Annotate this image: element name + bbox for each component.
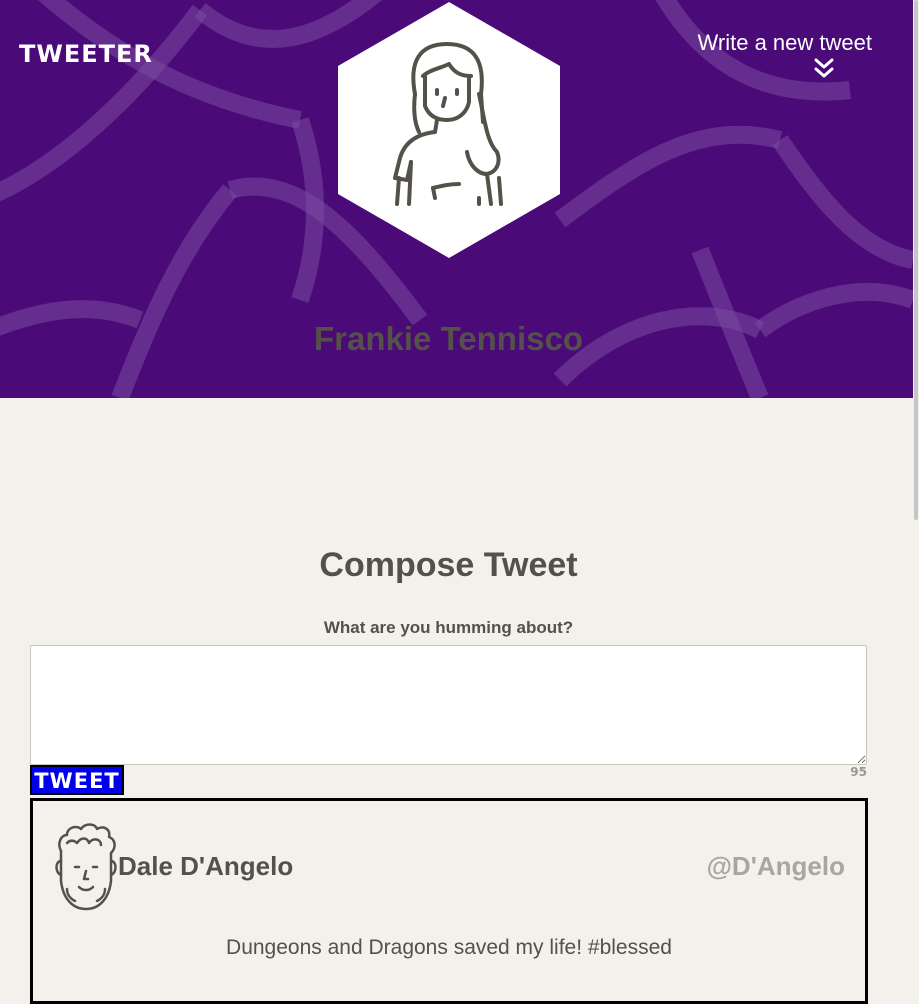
double-chevron-down-icon[interactable] xyxy=(672,56,872,82)
scrollbar-thumb[interactable] xyxy=(914,0,918,520)
write-new-tweet-toggle[interactable]: Write a new tweet xyxy=(672,30,872,82)
character-counter: 95 xyxy=(850,765,867,779)
app-logo[interactable]: TWEETER xyxy=(19,40,153,68)
compose-title: Compose Tweet xyxy=(319,546,578,584)
compose-label: What are you humming about? xyxy=(323,618,574,637)
curly-hair-avatar-icon xyxy=(55,823,117,911)
page-scrollbar[interactable] xyxy=(913,0,919,954)
profile-avatar xyxy=(338,2,560,258)
profile-name: Frankie Tennisco xyxy=(314,320,583,357)
tweet-author-name: Dale D'Angelo xyxy=(118,851,294,881)
tweet-submit-button[interactable]: TWEET xyxy=(30,765,124,795)
tweet-card: Dale D'Angelo @D'Angelo Dungeons and Dra… xyxy=(30,798,868,1004)
tweet-input[interactable] xyxy=(30,645,867,765)
tweet-content: Dungeons and Dragons saved my life! #ble… xyxy=(226,936,672,959)
tweet-author-handle: @D'Angelo xyxy=(706,851,845,881)
profile-header: TWEETER Write a new tweet Frankie Tennis… xyxy=(0,0,913,398)
write-new-tweet-label[interactable]: Write a new tweet xyxy=(672,30,872,56)
